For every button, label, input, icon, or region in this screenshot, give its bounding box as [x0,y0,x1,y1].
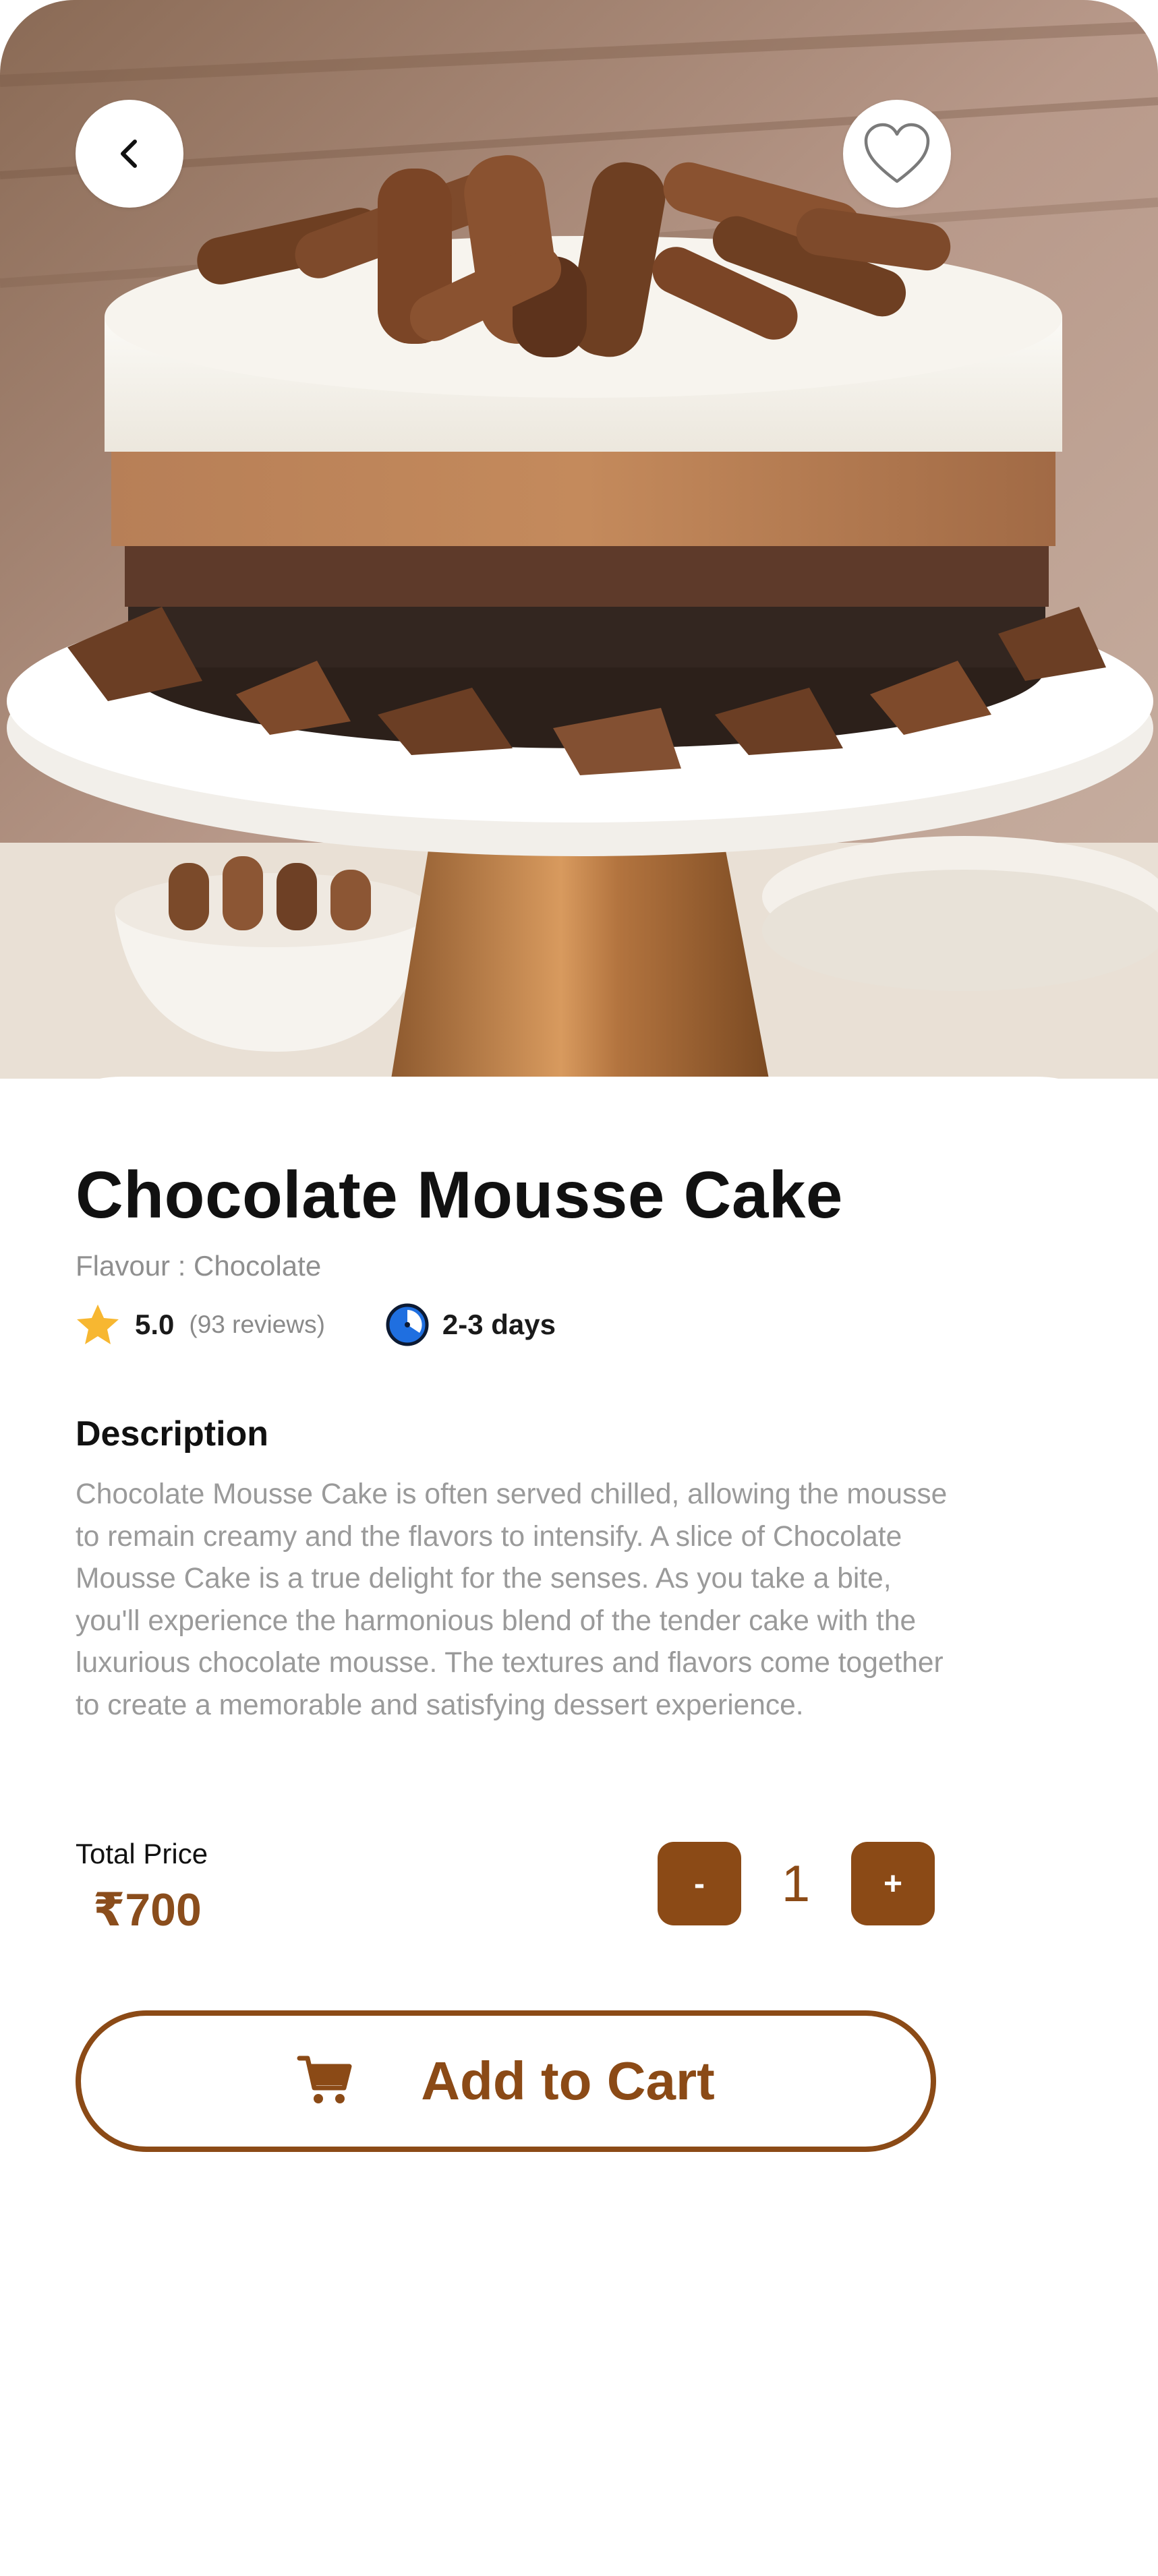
total-price-value: ₹700 [93,1884,202,1936]
product-flavour: Flavour : Chocolate [76,1250,322,1282]
favorite-button[interactable] [843,100,951,208]
decrement-quantity-button[interactable]: - [658,1842,741,1925]
quantity-value: 1 [781,1855,811,1913]
delivery-time: 2-3 days [442,1309,556,1340]
clock-icon [386,1303,429,1346]
description-text: Chocolate Mousse Cake is often served ch… [76,1478,948,1721]
product-title: Chocolate Mousse Cake [76,1158,843,1232]
star-icon [76,1303,120,1346]
product-meta: 5.0 (93 reviews) 2-3 days [76,1298,556,1352]
total-price-label: Total Price [76,1838,208,1869]
increment-quantity-button[interactable]: + [851,1842,935,1925]
add-to-cart-button[interactable]: Add to Cart [76,2010,936,2152]
chevron-left-icon [109,133,150,174]
rating-value: 5.0 [135,1309,175,1340]
cart-icon [297,2053,353,2109]
add-to-cart-label: Add to Cart [421,2051,715,2111]
description-heading: Description [76,1414,269,1454]
back-button[interactable] [76,100,183,208]
review-count: (93 reviews) [189,1311,325,1338]
heart-icon [862,122,932,185]
